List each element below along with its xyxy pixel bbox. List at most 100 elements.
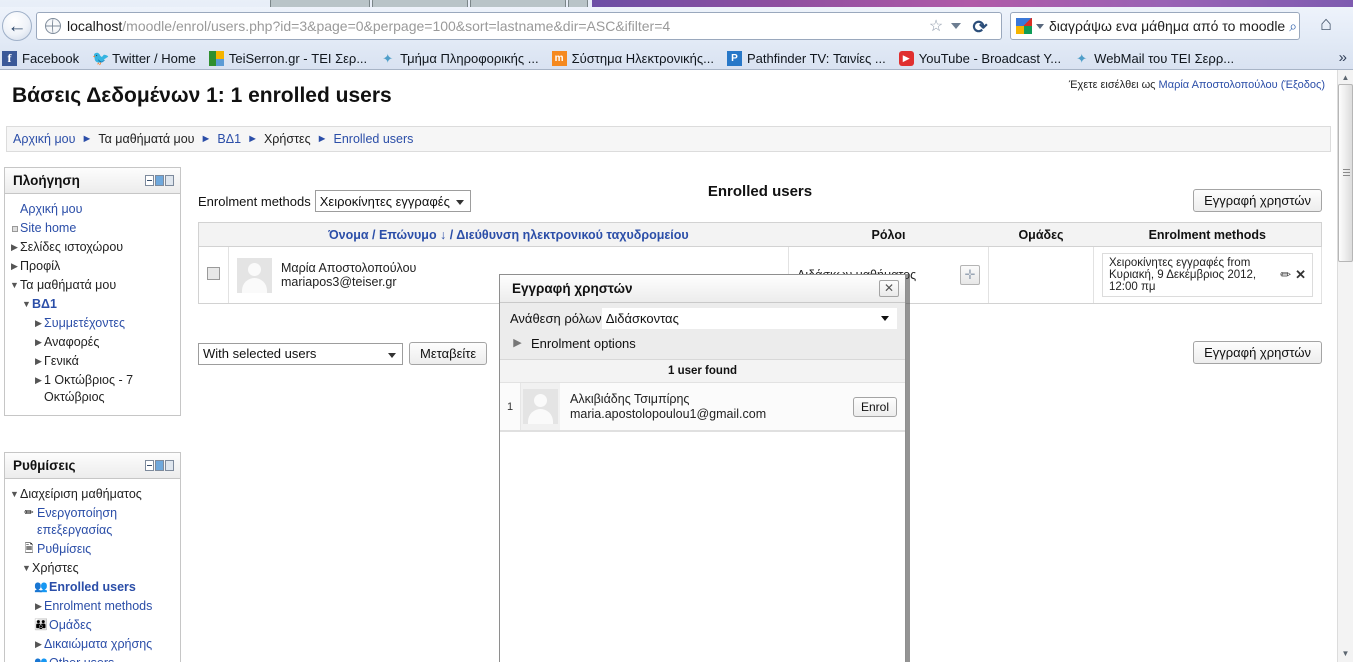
sidebar-item-turn-editing-on[interactable]: ✏ Ενεργοποίηση επεξεργασίας: [9, 504, 176, 540]
sidebar-item-enrolled-users[interactable]: 👥 Enrolled users: [9, 578, 176, 597]
sidebar-item-vd1[interactable]: ▼ ΒΔ1: [9, 295, 176, 314]
triangle-right-icon[interactable]: ▶: [512, 335, 523, 352]
enrol-users-button-top[interactable]: Εγγραφή χρηστών: [1193, 189, 1322, 212]
dock-icon[interactable]: [155, 460, 164, 471]
breadcrumb-item-home[interactable]: Αρχική μου: [13, 132, 75, 146]
triangle-down-icon[interactable]: ▼: [21, 560, 32, 577]
sidebar-item-my-courses[interactable]: ▼ Τα μαθήματά μου: [9, 276, 176, 295]
triangle-down-icon[interactable]: ▼: [21, 296, 32, 313]
breadcrumb-item-mycourses[interactable]: Τα μαθήματά μου: [98, 132, 194, 146]
search-engine-icon[interactable]: [1016, 18, 1032, 34]
sidebar-item-course-admin[interactable]: ▼ Διαχείριση μαθήματος: [9, 485, 176, 504]
sidebar-item-label[interactable]: Other users: [49, 655, 114, 662]
bookmark-teiserron[interactable]: TeiSerron.gr - ΤΕΙ Σερ...: [208, 50, 367, 66]
search-bar[interactable]: διαγράψω ενα μάθημα από το moodle ⌕: [1010, 12, 1300, 40]
bookmark-youtube[interactable]: ▶ YouTube - Broadcast Y...: [898, 50, 1061, 66]
minimize-icon[interactable]: [145, 175, 154, 186]
bookmark-facebook[interactable]: f Facebook: [2, 50, 79, 66]
triangle-down-icon[interactable]: ▼: [9, 277, 20, 294]
sidebar-item-label[interactable]: Αρχική μου: [20, 201, 82, 218]
search-icon[interactable]: ⌕: [1289, 18, 1297, 35]
sidebar-item-reports[interactable]: ▶ Αναφορές: [9, 333, 176, 352]
sidebar-item-label[interactable]: ΒΔ1: [32, 296, 57, 313]
go-button[interactable]: Μεταβείτε: [409, 342, 488, 365]
chevron-down-icon[interactable]: [1036, 23, 1044, 29]
sidebar-item-label[interactable]: Enrolled users: [49, 579, 136, 596]
url-bar[interactable]: localhost/moodle/enrol/users.php?id=3&pa…: [36, 12, 1002, 40]
sidebar-item-label[interactable]: Ομάδες: [49, 617, 92, 634]
sidebar-item-other-users[interactable]: 👥 Other users: [9, 654, 176, 662]
sidebar-item-arxiki-mou[interactable]: Αρχική μου: [9, 200, 176, 219]
browser-tab[interactable]: [270, 0, 370, 7]
triangle-right-icon[interactable]: ▶: [33, 334, 44, 351]
sidebar-item-label[interactable]: Enrolment methods: [44, 598, 152, 615]
sidebar-item-label[interactable]: Site home: [20, 220, 76, 237]
sidebar-item-label[interactable]: Ενεργοποίηση επεξεργασίας: [37, 505, 149, 539]
browser-tab-active[interactable]: [592, 0, 1353, 7]
bookmarks-overflow-icon[interactable]: »: [1339, 49, 1347, 66]
pencil-icon[interactable]: ✏: [1280, 267, 1291, 283]
bookmark-tmima-plirofirikis[interactable]: ✦ Τμήμα Πληροφορικής ...: [380, 51, 538, 66]
sidebar-item-groups[interactable]: 👪 Ομάδες: [9, 616, 176, 635]
sidebar-item-site-pages[interactable]: ▶ Σελίδες ιστοχώρου: [9, 238, 176, 257]
sidebar-item-label[interactable]: Δικαιώματα χρήσης: [44, 636, 152, 653]
minimize-icon[interactable]: [145, 460, 154, 471]
triangle-right-icon[interactable]: ▶: [33, 315, 44, 332]
back-button[interactable]: ←: [2, 11, 32, 41]
delete-icon[interactable]: ✕: [1295, 267, 1306, 283]
sidebar-item-enrolment-methods[interactable]: ▶ Enrolment methods: [9, 597, 176, 616]
bookmark-webmail[interactable]: ✦ WebMail του ΤΕΙ Σερρ...: [1074, 51, 1234, 66]
sidebar-item-general[interactable]: ▶ Γενικά: [9, 352, 176, 371]
page-scrollbar[interactable]: ▲ ▼: [1337, 70, 1353, 662]
breadcrumb-item-users[interactable]: Χρήστες: [264, 132, 311, 146]
breadcrumb-item-course[interactable]: ΒΔ1: [217, 132, 241, 146]
bookmark-twitter[interactable]: 🐦 Twitter / Home: [92, 50, 196, 66]
enrol-users-button-bottom[interactable]: Εγγραφή χρηστών: [1193, 341, 1322, 364]
home-icon[interactable]: ⌂: [1320, 13, 1332, 36]
sidebar-item-permissions[interactable]: ▶ Δικαιώματα χρήσης: [9, 635, 176, 654]
sidebar-item-label[interactable]: Ρυθμίσεις: [37, 541, 91, 558]
scroll-down-icon[interactable]: ▼: [1338, 646, 1353, 662]
triangle-right-icon[interactable]: ▶: [9, 239, 20, 256]
enrolment-options-toggle[interactable]: ▶ Enrolment options: [500, 329, 905, 359]
dock-icon-2[interactable]: [165, 175, 174, 186]
sidebar-item-profile[interactable]: ▶ Προφίλ: [9, 257, 176, 276]
scrollbar-thumb[interactable]: [1338, 84, 1353, 262]
sidebar-item-week-oct[interactable]: ▶ 1 Οκτώβριος - 7 Οκτώβριος: [9, 371, 176, 407]
tab-strip[interactable]: [0, 0, 1353, 7]
browser-tab[interactable]: [372, 0, 468, 7]
triangle-right-icon[interactable]: ▶: [33, 353, 44, 370]
login-user-link[interactable]: Μαρία Αποστολοπούλου: [1159, 79, 1278, 91]
triangle-down-icon[interactable]: ▼: [9, 486, 20, 503]
close-icon[interactable]: ✕: [879, 280, 899, 297]
row-checkbox[interactable]: [207, 267, 220, 280]
triangle-right-icon[interactable]: ▶: [9, 258, 20, 275]
browser-tab[interactable]: [470, 0, 566, 7]
triangle-right-icon[interactable]: ▶: [33, 598, 44, 615]
sidebar-item-label[interactable]: Συμμετέχοντες: [44, 315, 125, 332]
browser-tab[interactable]: [568, 0, 588, 7]
sidebar-item-site-home[interactable]: Site home: [9, 219, 176, 238]
bookmark-moodle[interactable]: m Σύστημα Ηλεκτρονικής...: [551, 50, 714, 66]
breadcrumb-item-enrolled-users[interactable]: Enrolled users: [334, 132, 414, 146]
sidebar-item-settings[interactable]: 🗎 Ρυθμίσεις: [9, 540, 176, 559]
sidebar-item-users[interactable]: ▼ Χρήστες: [9, 559, 176, 578]
dock-icon[interactable]: [155, 175, 164, 186]
enrolment-methods-select[interactable]: Χειροκίνητες εγγραφές: [314, 190, 471, 212]
chevron-down-icon[interactable]: [951, 23, 961, 29]
triangle-right-icon[interactable]: ▶: [33, 372, 44, 389]
enrol-button[interactable]: Enrol: [852, 396, 897, 417]
with-selected-users-select[interactable]: With selected users: [198, 342, 403, 365]
plus-icon[interactable]: ✛: [960, 265, 980, 285]
assign-role-select[interactable]: Διδάσκοντας: [601, 308, 897, 329]
search-input[interactable]: διαγράψω ενα μάθημα από το moodle: [1049, 18, 1285, 34]
triangle-right-icon[interactable]: ▶: [33, 636, 44, 653]
sidebar-item-participants[interactable]: ▶ Συμμετέχοντες: [9, 314, 176, 333]
logout-link[interactable]: (Έξοδος): [1281, 79, 1325, 91]
reload-icon[interactable]: ⟳: [969, 16, 991, 38]
bookmark-star-icon[interactable]: ☆: [927, 18, 945, 36]
bookmark-pathfinder[interactable]: P Pathfinder TV: Ταινίες ...: [726, 50, 886, 66]
column-header-name[interactable]: Όνομα / Επώνυμο ↓ / Διεύθυνση ηλεκτρονικ…: [228, 222, 789, 247]
dock-icon-2[interactable]: [165, 460, 174, 471]
row-checkbox-cell[interactable]: [198, 246, 229, 304]
